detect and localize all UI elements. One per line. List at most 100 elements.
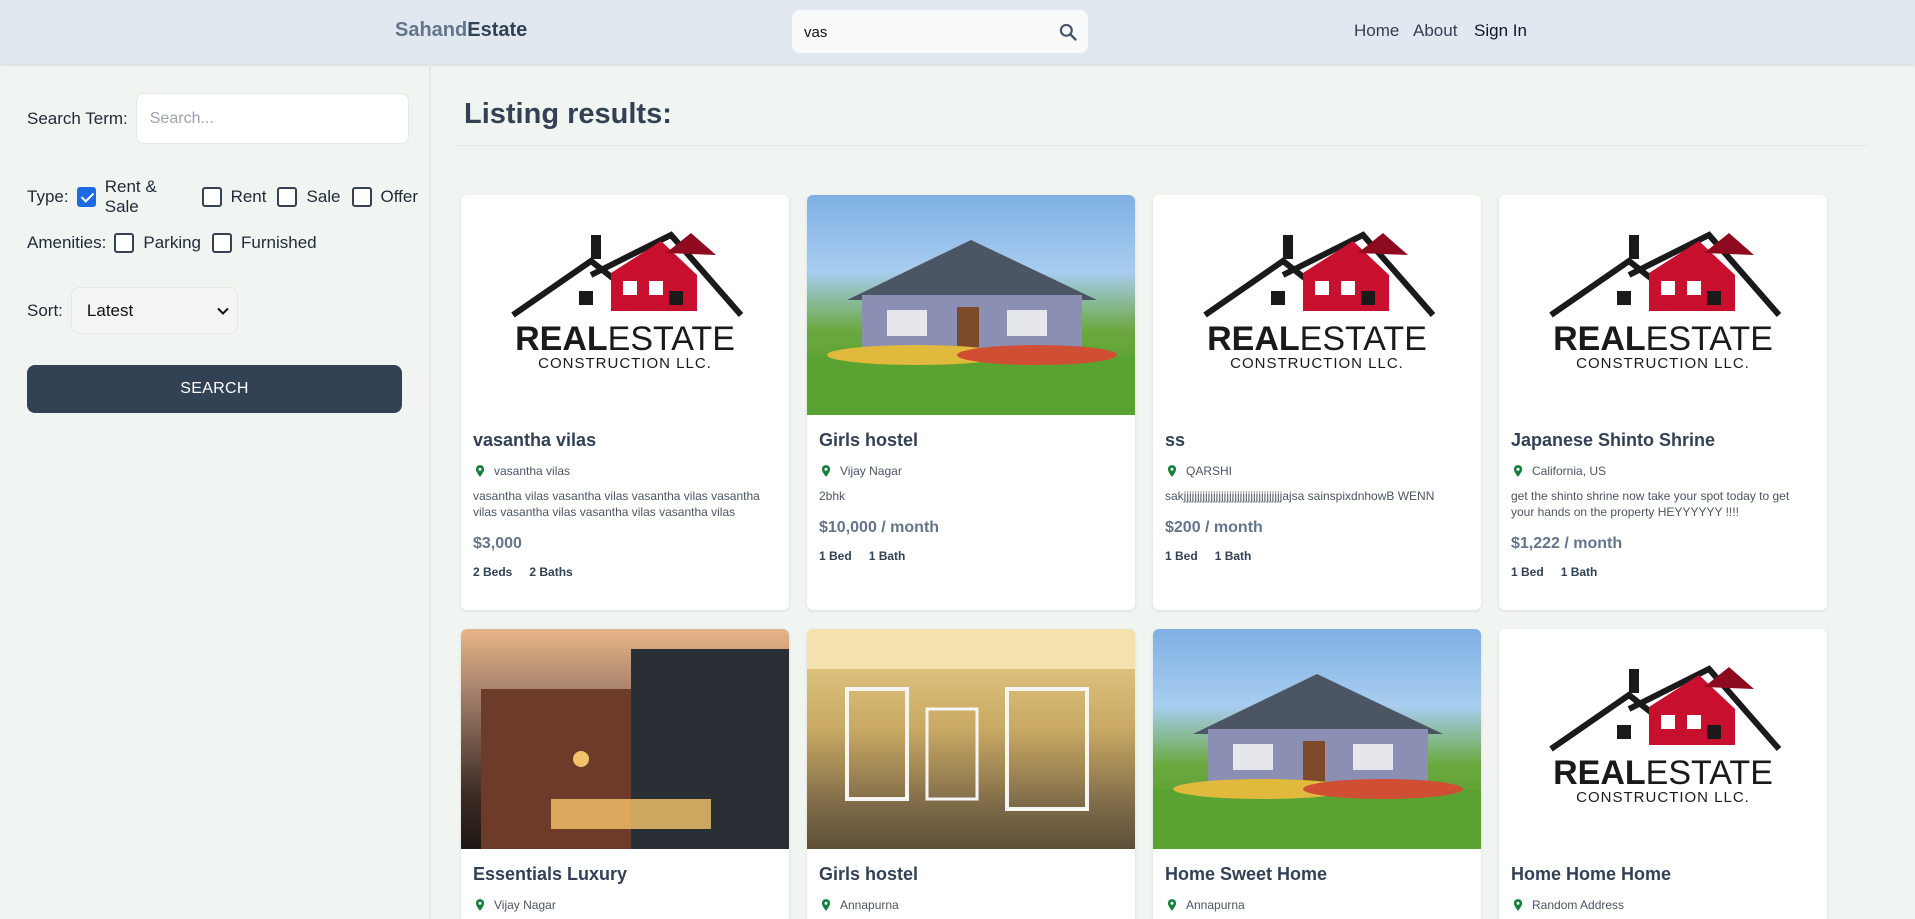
logo-subtitle: CONSTRUCTION LLC. [1576,789,1750,806]
logo-subtitle: CONSTRUCTION LLC. [1230,355,1404,372]
listing-address: California, US [1511,464,1815,478]
chevron-down-icon [217,307,229,315]
listing-title[interactable]: Essentials Luxury [473,864,777,885]
logo-word-real: REALESTATE [1553,754,1773,792]
rent-sale-label: Rent & Sale [104,177,157,216]
listing-image-hotel-photo[interactable] [461,629,789,849]
filter-sidebar: Search Term: Type: Rent & Sale Rent Sale… [0,64,431,919]
address-text: Vijay Nagar [494,898,556,912]
amenities-label: Amenities: [27,233,107,252]
listing-title[interactable]: ss [1165,430,1469,451]
listing-address: QARSHI [1165,464,1469,478]
sale-checkbox[interactable] [277,187,298,207]
address-text: California, US [1532,464,1607,478]
listing-specs: 2 Beds 2 Baths [473,565,777,579]
type-option-rent-sale[interactable]: Rent & Sale [76,177,191,217]
listing-card[interactable]: REALESTATE CONSTRUCTION LLC. vasantha vila… [461,195,789,610]
location-pin-icon [1167,465,1177,477]
furnished-checkbox[interactable] [212,233,233,253]
real-estate-logo-image: REALESTATECONSTRUCTION LLC. [1549,665,1782,806]
baths-count: 1 Bath [868,549,906,563]
amenity-option-furnished[interactable]: Furnished [212,233,317,253]
listing-title[interactable]: Girls hostel [819,430,1123,451]
listing-title[interactable]: vasantha vilas [473,430,777,451]
search-button[interactable]: SEARCH [27,365,402,413]
beds-count: 1 Bed [1165,549,1198,563]
listing-image-logo[interactable]: REALESTATE CONSTRUCTION LLC. [1499,629,1827,849]
logo-word-estate: ESTATE [1646,320,1773,358]
listing-image-logo[interactable]: REALESTATE CONSTRUCTION LLC. [1499,195,1827,415]
listing-title[interactable]: Japanese Shinto Shrine [1511,430,1815,451]
listing-specs: 1 Bed 1 Bath [819,549,1123,563]
listing-card[interactable]: Girls hostel Vijay Nagar 2bhk $10,000 / mon… [807,195,1135,610]
listing-description: vasantha vilas vasantha vilas vasantha v… [473,489,760,519]
listing-card[interactable]: Home Sweet Home Annapurna [1153,629,1481,919]
beds-count: 2 Beds [473,565,513,579]
type-option-sale[interactable]: Sale [277,187,341,207]
type-option-offer[interactable]: Offer [351,187,418,207]
logo-word-estate: ESTATE [1300,320,1427,358]
listing-title[interactable]: Home Home Home [1511,864,1815,885]
rent-label: Rent [230,187,267,206]
type-option-rent[interactable]: Rent [201,187,267,207]
nav-about-link[interactable]: About [1413,21,1457,41]
dorm-illustration [807,629,1135,811]
page-title: Listing results: [464,98,672,130]
sort-select[interactable]: Latest [70,287,238,334]
location-pin-icon [1167,899,1177,911]
search-icon[interactable] [1058,22,1078,42]
logo-word-real: REALESTATE [1553,320,1773,358]
parking-label: Parking [143,233,202,252]
nav-signin-link[interactable]: Sign In [1474,21,1527,41]
listing-title[interactable]: Home Sweet Home [1165,864,1469,885]
listing-card[interactable]: REALESTATE CONSTRUCTION LLC. ss QARSHI sakjj… [1153,195,1481,610]
listing-card[interactable]: REALESTATE CONSTRUCTION LLC. Japanese Shin… [1499,195,1827,610]
listing-address: vasantha vilas [473,464,777,478]
listing-image-logo[interactable]: REALESTATE CONSTRUCTION LLC. [461,195,789,415]
logo-part-1: Sahand [395,19,468,41]
listing-image-dorm-photo[interactable] [807,629,1135,849]
rent-checkbox[interactable] [201,187,222,207]
listing-image-house-photo[interactable] [1153,629,1481,849]
hotel-illustration [481,649,789,849]
listing-title[interactable]: Girls hostel [819,864,1123,885]
site-logo[interactable]: SahandEstate [395,19,527,42]
location-pin-icon [821,899,831,911]
address-text: vasantha vilas [494,464,571,478]
beds-count: 1 Bed [819,549,852,563]
location-pin-icon [1513,465,1523,477]
listing-address: Vijay Nagar [473,898,777,912]
listing-image-house-photo[interactable] [807,195,1135,415]
listing-description: 2bhk [819,489,846,503]
search-term-label: Search Term: [27,108,128,128]
listing-description: sakjjjjjjjjjjjjjjjjjjjjjjjjjjjjjjjjjjjjj… [1165,489,1435,503]
listing-address: Vijay Nagar [819,464,1123,478]
header-search-box [792,10,1088,53]
listing-price: $1,222 / month [1511,535,1623,552]
address-text: Annapurna [840,898,899,912]
listing-card[interactable]: REALESTATE CONSTRUCTION LLC. Home Home Hom… [1499,629,1827,919]
listing-card[interactable]: Girls hostel Annapurna [807,629,1135,919]
header-search-input[interactable] [804,20,1044,44]
sort-row: Sort: Latest [27,287,238,334]
location-pin-icon [1513,899,1523,911]
listing-description: get the shinto shrine now take your spot… [1511,489,1790,519]
real-estate-logo-image: REALESTATECONSTRUCTION LLC. [511,231,744,372]
offer-checkbox[interactable] [351,187,372,207]
baths-count: 1 Bath [1560,565,1598,579]
listing-specs: 1 Bed 1 Bath [1511,565,1815,579]
listing-card[interactable]: Essentials Luxury Vijay Nagar [461,629,789,919]
sale-label: Sale [306,187,341,206]
type-filter-row: Type: Rent & Sale Rent Sale Offer [27,177,429,217]
search-term-input[interactable] [135,93,409,144]
location-pin-icon [475,465,485,477]
type-label: Type: [27,187,69,206]
nav-home-link[interactable]: Home [1354,21,1399,41]
rent-sale-checkbox[interactable] [76,187,96,207]
logo-subtitle: CONSTRUCTION LLC. [538,355,712,372]
baths-count: 2 Baths [529,565,573,579]
parking-checkbox[interactable] [114,233,135,253]
listing-image-logo[interactable]: REALESTATE CONSTRUCTION LLC. [1153,195,1481,415]
house-illustration [1153,674,1481,849]
amenity-option-parking[interactable]: Parking [114,233,201,253]
